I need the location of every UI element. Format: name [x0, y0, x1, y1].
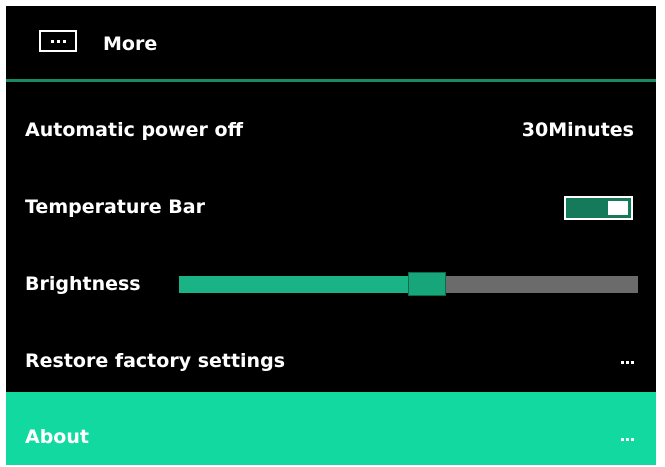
brightness-slider-fill — [179, 276, 427, 293]
setting-row-brightness: Brightness — [6, 246, 656, 323]
menu-title: More — [103, 33, 158, 55]
brightness-slider[interactable] — [179, 272, 638, 296]
setting-row-restore-factory[interactable]: Restore factory settings — [6, 323, 656, 400]
temperature-bar-label: Temperature Bar — [25, 196, 205, 218]
restore-factory-label: Restore factory settings — [25, 350, 285, 372]
brightness-slider-track — [427, 276, 638, 293]
brightness-slider-thumb[interactable] — [408, 272, 446, 296]
header-divider — [6, 79, 656, 82]
setting-row-temperature-bar: Temperature Bar — [6, 169, 656, 246]
menu-header: More — [6, 6, 656, 78]
brightness-label: Brightness — [25, 273, 141, 295]
setting-row-auto-power-off[interactable]: Automatic power off 30Minutes — [6, 92, 656, 169]
temperature-bar-toggle[interactable] — [564, 196, 633, 220]
auto-power-off-label: Automatic power off — [25, 119, 243, 141]
toggle-knob — [608, 201, 628, 215]
more-icon — [39, 30, 77, 52]
ellipsis-icon — [621, 361, 634, 364]
setting-row-about[interactable]: About — [6, 392, 656, 465]
ellipsis-icon — [621, 438, 634, 441]
auto-power-off-value: 30Minutes — [521, 119, 634, 141]
more-menu-panel: More Automatic power off 30Minutes Tempe… — [6, 6, 656, 465]
about-label: About — [25, 426, 89, 448]
